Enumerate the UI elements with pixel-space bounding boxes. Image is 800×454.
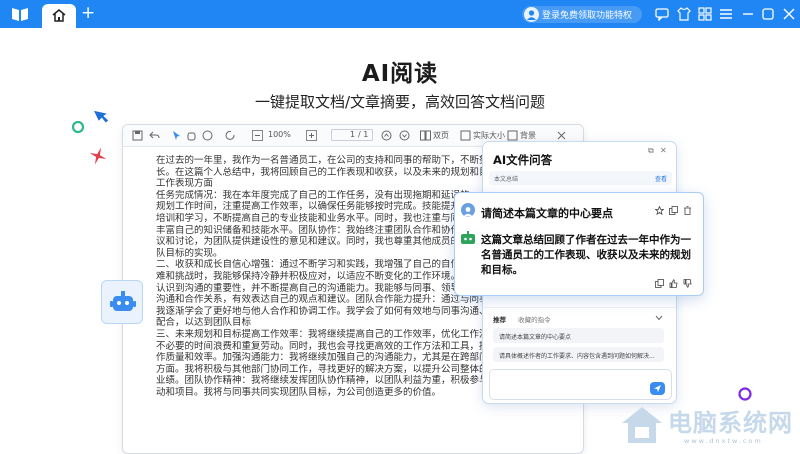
prev-page-icon[interactable]	[381, 130, 392, 141]
skin-icon[interactable]	[677, 7, 691, 21]
palette-icon[interactable]	[202, 130, 213, 141]
ai-assistant-button[interactable]	[101, 280, 143, 324]
thumbs-down-icon[interactable]	[683, 279, 692, 288]
user-icon	[463, 207, 473, 217]
robot-icon	[110, 291, 136, 311]
summary-label: 本文总结	[494, 176, 519, 183]
arrow-decoration-icon	[94, 110, 109, 123]
watermark-logo-icon	[622, 407, 662, 443]
maximize-icon[interactable]	[761, 7, 775, 21]
avatar	[524, 7, 539, 22]
delete-icon[interactable]	[683, 206, 692, 215]
background-icon[interactable]	[507, 130, 518, 141]
close-icon[interactable]	[782, 7, 796, 21]
close-icon[interactable]: ✕	[660, 146, 667, 155]
page-current: 1	[350, 130, 356, 139]
double-page-icon[interactable]	[420, 130, 431, 141]
message-icon[interactable]	[655, 7, 669, 21]
send-button[interactable]	[650, 382, 665, 395]
user-avatar	[461, 203, 475, 217]
thumbs-up-icon[interactable]	[669, 279, 678, 288]
ring-decoration-icon	[738, 387, 752, 401]
robot-icon	[461, 231, 475, 244]
app-logo-icon[interactable]	[11, 6, 29, 22]
rotate-icon[interactable]	[225, 130, 236, 141]
select-cursor-icon[interactable]	[171, 130, 182, 141]
save-icon[interactable]	[132, 130, 143, 141]
copy-icon[interactable]	[655, 279, 664, 288]
actual-size-icon[interactable]	[460, 130, 471, 141]
summary-bar[interactable]: 本文总结 查看	[489, 171, 672, 185]
chat-answer: 这篇文章总结回顾了作者在过去一年中作为一名普通员工的工作表现、收获以及未来的规划…	[481, 234, 691, 276]
home-icon	[52, 9, 66, 22]
chat-question: 请简述本篇文章的中心要点	[481, 207, 613, 220]
tab-home[interactable]	[42, 4, 76, 28]
new-tab-button[interactable]: +	[81, 4, 95, 22]
qa-panel-title: AI文件问答	[493, 153, 553, 167]
watermark-url: www.dnxtw.com	[684, 437, 763, 445]
tab-collected[interactable]: 收藏的指令	[518, 316, 551, 324]
zoom-level[interactable]: 100%	[268, 130, 291, 139]
zoom-out-icon[interactable]	[252, 130, 263, 141]
pin-icon[interactable]: ⧉	[648, 146, 654, 156]
send-icon	[654, 385, 661, 392]
undo-icon[interactable]	[149, 130, 160, 141]
question-input[interactable]	[489, 369, 672, 400]
page-title: AI阅读	[361, 61, 439, 87]
watermark: 电脑系统网 www.dnxtw.com	[620, 403, 800, 451]
copy-icon[interactable]	[669, 206, 678, 215]
tab-recommend[interactable]: 推荐	[493, 316, 506, 324]
page-subtitle: 一键提取文档/文章摘要，高效回答文档问题	[254, 93, 546, 111]
star-icon[interactable]	[655, 206, 664, 215]
actual-size-label[interactable]: 实际大小	[473, 130, 505, 141]
menu-icon[interactable]	[719, 7, 733, 21]
chat-answer-card: 请简述本篇文章的中心要点 这篇文章总结回顾了作者在过去一年中作为一名普通员工的工…	[454, 192, 704, 296]
minimize-icon[interactable]	[741, 7, 755, 21]
hand-icon[interactable]	[186, 130, 197, 141]
title-bar: + 登录免费领取功能特权	[0, 0, 800, 28]
double-page-label[interactable]: 双页	[433, 130, 449, 141]
watermark-text: 电脑系统网	[668, 409, 793, 437]
recommend-tabs: 推荐 收藏的指令	[493, 314, 551, 324]
tools-icon[interactable]	[556, 130, 567, 141]
sparkle-decoration-icon	[89, 147, 107, 165]
background-label[interactable]: 背景	[520, 130, 536, 141]
page-total: / 1	[358, 130, 369, 139]
login-label: 登录免费领取功能特权	[542, 11, 633, 21]
ring-decoration-icon	[71, 120, 85, 134]
recommend-item[interactable]: 请简述本篇文章的中心要点	[493, 328, 664, 343]
next-page-icon[interactable]	[399, 130, 410, 141]
summary-link[interactable]: 查看	[655, 174, 667, 183]
recommend-item[interactable]: 请具体概述作者的工作要求、内容包含遇到问题如何解决...	[493, 347, 664, 362]
user-icon	[527, 10, 536, 20]
login-button[interactable]: 登录免费领取功能特权	[522, 6, 642, 23]
chevron-down-icon[interactable]	[655, 315, 663, 321]
apps-icon[interactable]	[698, 7, 712, 21]
zoom-in-icon[interactable]	[306, 130, 317, 141]
